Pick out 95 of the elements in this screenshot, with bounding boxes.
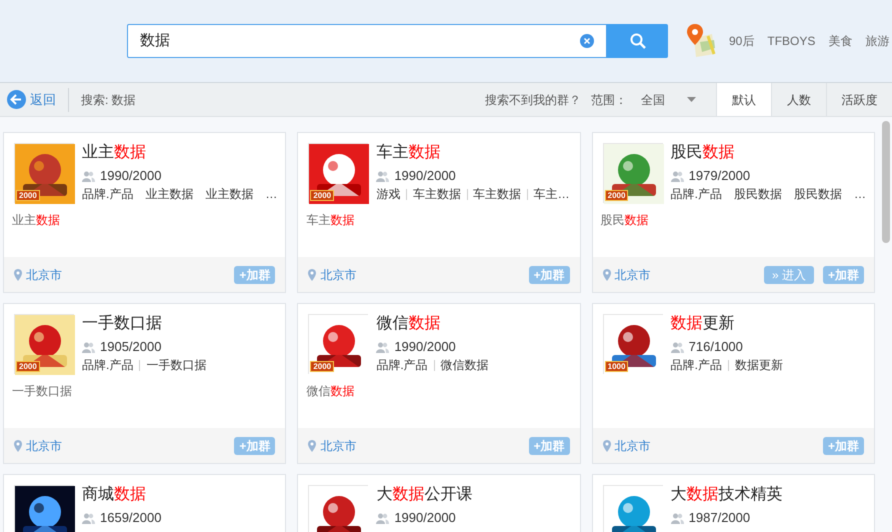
tag[interactable]: … bbox=[854, 186, 866, 202]
tag[interactable]: 股民数据 bbox=[734, 186, 782, 202]
member-limit-badge: 2000 bbox=[310, 361, 334, 372]
tag[interactable]: 车主数据 bbox=[412, 186, 461, 202]
group-title: 数据更新 bbox=[670, 314, 736, 334]
group-description: 车主数据 bbox=[306, 213, 354, 227]
group-card[interactable]: 大数据技术精英 1987/2000 bbox=[592, 474, 875, 532]
hot-search-link[interactable]: TFBOYS bbox=[767, 32, 816, 50]
people-icon bbox=[376, 342, 390, 352]
member-limit-badge: 2000 bbox=[604, 190, 628, 201]
tag[interactable]: 游戏 bbox=[376, 186, 400, 202]
caret-icon bbox=[687, 97, 696, 102]
people-icon bbox=[376, 512, 390, 524]
member-limit-badge: 1000 bbox=[604, 361, 628, 372]
location-pin-icon bbox=[14, 268, 22, 280]
group-card[interactable]: 商城数据 1659/2000 bbox=[3, 474, 286, 532]
help-link[interactable]: 搜索不到我的群？ bbox=[485, 90, 581, 108]
member-limit-badge: 2000 bbox=[310, 190, 334, 201]
search-input[interactable]: 数据 bbox=[140, 30, 580, 52]
tag[interactable]: 品牌.产品 bbox=[670, 186, 722, 202]
group-description: 一手数口据 bbox=[12, 384, 72, 398]
location: 北京市 bbox=[614, 266, 651, 284]
hot-search-link[interactable]: 旅游 bbox=[865, 32, 890, 50]
group-title: 车主数据 bbox=[376, 143, 442, 163]
location: 北京市 bbox=[320, 266, 356, 284]
tag[interactable]: 业主数据 bbox=[145, 186, 194, 202]
tag[interactable]: 车主数据 bbox=[473, 186, 522, 202]
group-title: 微信数据 bbox=[376, 314, 442, 334]
tag[interactable]: 微信数据 bbox=[440, 357, 489, 373]
group-card[interactable]: 大数据公开课 1990/2000 bbox=[297, 474, 581, 532]
group-card[interactable]: 2000 一手数口据 1905/2000 品牌.产品 一手数口据 一手数口据 北京市 +加群 bbox=[3, 303, 286, 464]
back-button[interactable]: 返回 bbox=[7, 88, 69, 112]
group-description: 股民数据 bbox=[600, 213, 649, 227]
tag[interactable]: 品牌.产品 bbox=[82, 357, 134, 373]
tag[interactable]: 品牌.产品 bbox=[670, 357, 722, 373]
scope-dropdown[interactable]: 全国 bbox=[641, 90, 716, 108]
sort-tab[interactable]: 默认 bbox=[716, 83, 771, 116]
location-pin-icon bbox=[602, 268, 611, 280]
member-limit-badge: 2000 bbox=[16, 361, 40, 372]
people-icon bbox=[376, 170, 390, 182]
group-description: 微信数据 bbox=[306, 384, 354, 398]
clear-icon[interactable] bbox=[580, 34, 594, 48]
tag[interactable]: 股民数据 bbox=[794, 186, 842, 202]
group-title: 一手数口据 bbox=[82, 314, 163, 334]
group-title: 大数据技术精英 bbox=[670, 485, 784, 505]
search-button[interactable] bbox=[607, 24, 668, 58]
group-card[interactable]: 2000 车主数据 1990/2000 游戏 车主数据 车主数据 车主… 车主数据 北京市 +加群 bbox=[297, 132, 581, 293]
member-count: 1990/2000 bbox=[394, 168, 456, 184]
group-card[interactable]: 1000 数据更新 716/1000 品牌.产品 数据更新 北京市 +加群 bbox=[592, 303, 875, 464]
group-card[interactable]: 2000 业主数据 1990/2000 品牌.产品 业主数据 业主数据 … 业主数据 北京市 +加群 bbox=[3, 132, 286, 293]
location: 北京市 bbox=[614, 438, 651, 454]
search-icon bbox=[630, 33, 646, 49]
group-title: 业主数据 bbox=[82, 143, 147, 163]
tag[interactable]: 品牌.产品 bbox=[376, 357, 428, 373]
hot-search-link[interactable]: 90后 bbox=[729, 32, 754, 50]
location: 北京市 bbox=[320, 438, 356, 454]
location-pin-icon bbox=[308, 268, 316, 280]
search-query: 搜索: 数据 bbox=[81, 92, 136, 108]
location-pin-icon bbox=[14, 440, 22, 452]
scrollbar[interactable] bbox=[882, 121, 890, 243]
group-title: 股民数据 bbox=[670, 143, 736, 163]
member-limit-badge: 2000 bbox=[16, 190, 40, 201]
tag[interactable]: 业主数据 bbox=[205, 186, 254, 202]
location: 北京市 bbox=[26, 438, 62, 454]
people-icon bbox=[670, 170, 684, 182]
location-pin-icon bbox=[602, 440, 611, 452]
tag[interactable]: 一手数口据 bbox=[146, 357, 206, 373]
people-icon bbox=[82, 170, 95, 182]
member-count: 1990/2000 bbox=[100, 168, 162, 184]
member-count: 1659/2000 bbox=[100, 510, 162, 526]
scope-label: 范围： bbox=[591, 92, 627, 108]
group-card[interactable]: 2000 股民数据 1979/2000 品牌.产品 股民数据 股民数据 … 股民数据 北京市 » 进入 +加群 bbox=[592, 132, 875, 293]
group-title: 大数据公开课 bbox=[376, 485, 474, 505]
people-icon bbox=[670, 512, 684, 524]
people-icon bbox=[670, 342, 684, 352]
tag[interactable]: 车主… bbox=[534, 186, 570, 202]
tag[interactable]: 品牌.产品 bbox=[82, 186, 134, 202]
member-count: 1990/2000 bbox=[394, 510, 456, 526]
map-pin-icon[interactable] bbox=[686, 24, 716, 58]
group-card[interactable]: 2000 微信数据 1990/2000 品牌.产品 微信数据 微信数据 北京市 +加群 bbox=[297, 303, 581, 464]
member-count: 1979/2000 bbox=[688, 168, 750, 184]
tag[interactable]: 数据更新 bbox=[735, 357, 783, 373]
member-count: 1990/2000 bbox=[394, 339, 456, 355]
people-icon bbox=[82, 342, 95, 352]
people-icon bbox=[82, 512, 95, 524]
member-count: 1987/2000 bbox=[688, 510, 750, 526]
location-pin-icon bbox=[308, 440, 316, 452]
tag[interactable]: … bbox=[265, 186, 278, 202]
search-box[interactable]: 数据 bbox=[127, 24, 607, 58]
location: 北京市 bbox=[26, 266, 62, 284]
member-count: 716/1000 bbox=[688, 339, 743, 355]
hot-search-link[interactable]: 美食 bbox=[828, 32, 852, 50]
group-title: 商城数据 bbox=[82, 485, 147, 505]
group-description: 业主数据 bbox=[12, 213, 60, 227]
member-count: 1905/2000 bbox=[100, 339, 162, 355]
